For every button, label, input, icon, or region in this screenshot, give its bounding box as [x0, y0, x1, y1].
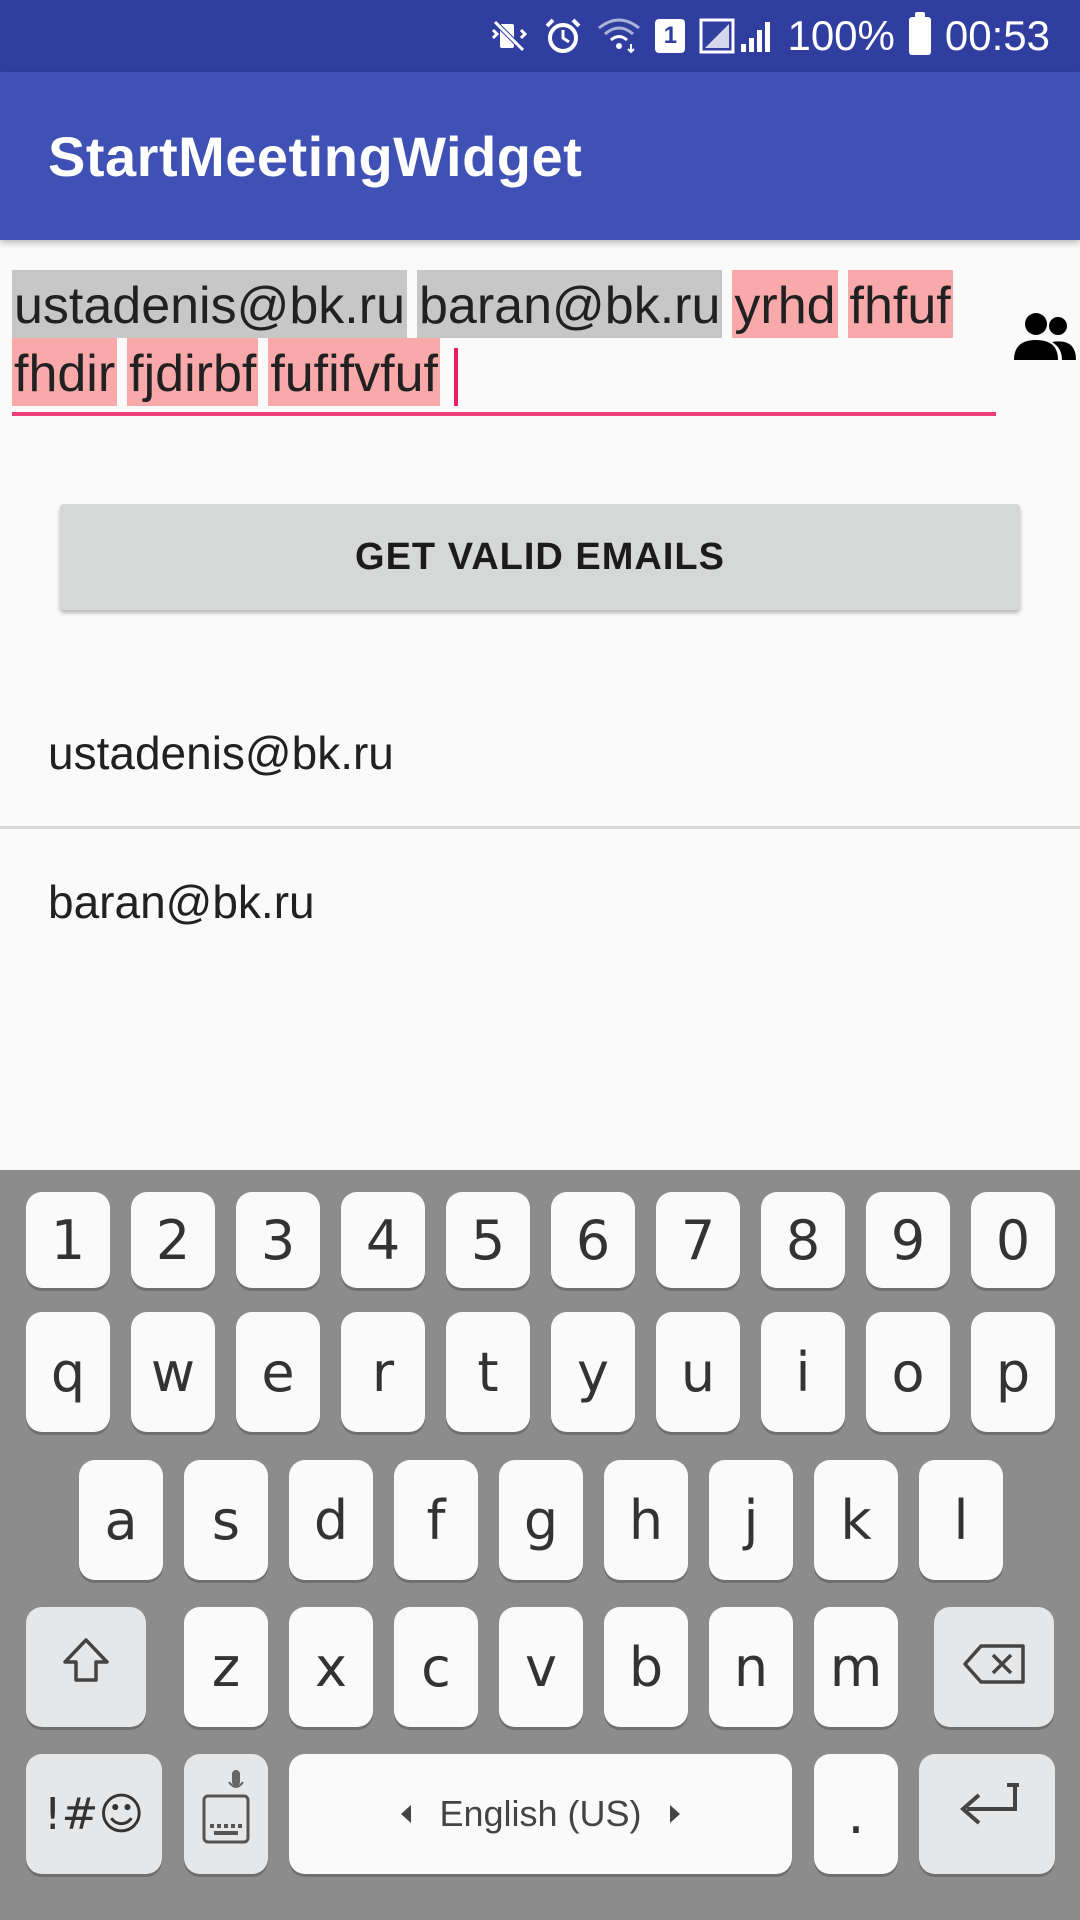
key-a[interactable]: a	[79, 1460, 163, 1580]
key-1[interactable]: 1	[26, 1192, 110, 1288]
key-9[interactable]: 9	[866, 1192, 950, 1288]
battery-icon	[908, 12, 931, 55]
enter-key[interactable]	[919, 1754, 1055, 1874]
key-k[interactable]: k	[814, 1460, 898, 1580]
signal-icon	[699, 16, 773, 56]
enter-icon	[949, 1781, 1025, 1848]
key-m[interactable]: m	[814, 1607, 898, 1727]
key-e[interactable]: e	[236, 1312, 320, 1432]
list-item[interactable]: baran@bk.ru	[0, 829, 1080, 975]
battery-percent: 100%	[787, 12, 895, 59]
key-7[interactable]: 7	[656, 1192, 740, 1288]
mute-vibrate-icon	[489, 16, 529, 56]
key-r[interactable]: r	[341, 1312, 425, 1432]
key-0[interactable]: 0	[971, 1192, 1055, 1288]
key-w[interactable]: w	[131, 1312, 215, 1432]
valid-emails-list: ustadenis@bk.ru baran@bk.ru	[0, 680, 1080, 975]
key-3[interactable]: 3	[236, 1192, 320, 1288]
soft-keyboard: 1 2 3 4 5 6 7 8 9 0 q w e r t y u i o p …	[0, 1170, 1080, 1920]
next-language-icon	[669, 1805, 680, 1823]
key-n[interactable]: n	[709, 1607, 793, 1727]
space-label: English (US)	[439, 1793, 642, 1834]
status-bar: 1 100% 00:53	[0, 0, 1080, 72]
status-icons: 1 100% 00:53	[489, 8, 1050, 64]
alarm-icon	[543, 16, 583, 56]
space-key[interactable]: English (US)	[289, 1754, 792, 1874]
clock: 00:53	[944, 12, 1050, 59]
page-title: StartMeetingWidget	[48, 125, 583, 188]
recipient-chip[interactable]: fjdirbf	[127, 338, 259, 406]
key-q[interactable]: q	[26, 1312, 110, 1432]
key-4[interactable]: 4	[341, 1192, 425, 1288]
contacts-icon[interactable]	[1012, 312, 1078, 362]
backspace-key[interactable]	[934, 1607, 1054, 1727]
backspace-icon	[961, 1636, 1027, 1699]
key-l[interactable]: l	[919, 1460, 1003, 1580]
key-d[interactable]: d	[289, 1460, 373, 1580]
key-s[interactable]: s	[184, 1460, 268, 1580]
key-y[interactable]: y	[551, 1312, 635, 1432]
key-i[interactable]: i	[761, 1312, 845, 1432]
previous-language-icon	[401, 1805, 412, 1823]
period-key[interactable]: .	[814, 1754, 898, 1874]
recipients-input[interactable]: ustadenis@bk.ru baran@bk.ru yrhd fhfuf fhdir…	[12, 270, 1000, 407]
key-o[interactable]: o	[866, 1312, 950, 1432]
key-b[interactable]: b	[604, 1607, 688, 1727]
recipient-chip[interactable]: baran@bk.ru	[417, 270, 723, 338]
key-f[interactable]: f	[394, 1460, 478, 1580]
get-valid-emails-button[interactable]: GET VALID EMAILS	[60, 504, 1020, 610]
shift-key[interactable]	[26, 1607, 146, 1727]
key-u[interactable]: u	[656, 1312, 740, 1432]
key-z[interactable]: z	[184, 1607, 268, 1727]
key-c[interactable]: c	[394, 1607, 478, 1727]
text-cursor	[453, 348, 458, 407]
key-v[interactable]: v	[499, 1607, 583, 1727]
key-8[interactable]: 8	[761, 1192, 845, 1288]
key-g[interactable]: g	[499, 1460, 583, 1580]
recipient-chip[interactable]: yrhd	[732, 270, 838, 338]
symbols-key[interactable]: !#☺	[26, 1754, 162, 1874]
key-5[interactable]: 5	[446, 1192, 530, 1288]
list-item[interactable]: ustadenis@bk.ru	[0, 680, 1080, 826]
key-t[interactable]: t	[446, 1312, 530, 1432]
key-h[interactable]: h	[604, 1460, 688, 1580]
keyboard-settings-key[interactable]	[184, 1754, 268, 1874]
recipient-chip[interactable]: fhdir	[12, 338, 118, 406]
recipient-chip[interactable]: ustadenis@bk.ru	[12, 270, 407, 338]
key-j[interactable]: j	[709, 1460, 793, 1580]
shift-icon	[59, 1634, 113, 1701]
recipient-chip[interactable]: fufifvfuf	[268, 338, 440, 406]
key-p[interactable]: p	[971, 1312, 1055, 1432]
sim-icon: 1	[655, 19, 686, 53]
input-underline	[12, 412, 996, 416]
recipient-chip[interactable]: fhfuf	[847, 270, 953, 338]
keyboard-mic-icon	[198, 1768, 254, 1861]
wifi-icon	[597, 16, 641, 56]
app-bar: StartMeetingWidget	[0, 72, 1080, 240]
key-2[interactable]: 2	[131, 1192, 215, 1288]
key-x[interactable]: x	[289, 1607, 373, 1727]
key-6[interactable]: 6	[551, 1192, 635, 1288]
